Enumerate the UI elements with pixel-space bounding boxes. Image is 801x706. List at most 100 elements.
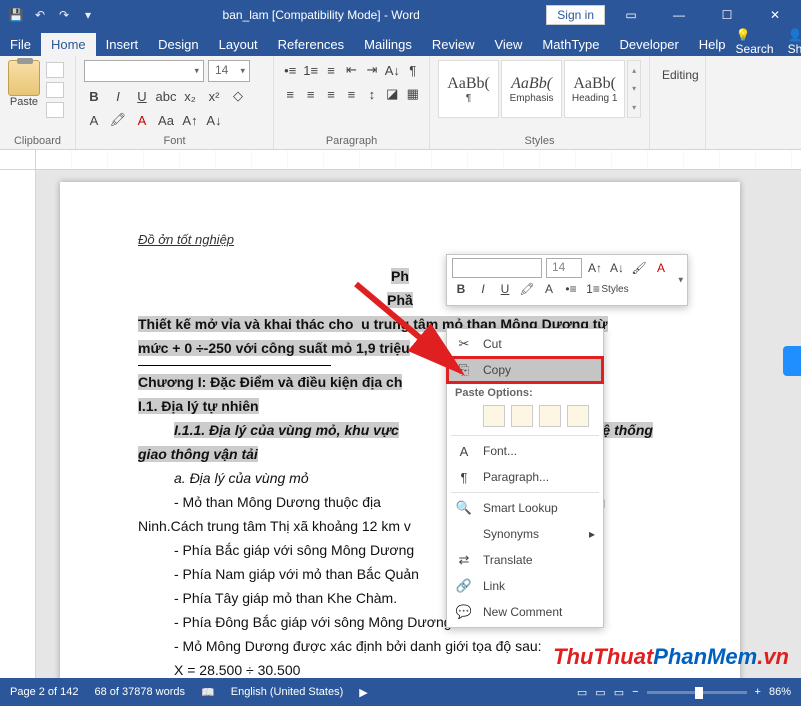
context-font[interactable]: A Font... xyxy=(447,438,603,464)
grow-font-button[interactable]: A↑ xyxy=(180,110,200,130)
status-page[interactable]: Page 2 of 142 xyxy=(10,686,79,698)
tab-mailings[interactable]: Mailings xyxy=(354,33,422,56)
paste-merge-icon[interactable] xyxy=(511,405,533,427)
mini-highlight-icon[interactable]: 🖍 xyxy=(518,280,536,298)
align-left-button[interactable]: ≡ xyxy=(282,84,298,104)
bold-button[interactable]: B xyxy=(84,86,104,106)
search-button[interactable]: 💡 Search xyxy=(736,28,774,56)
mini-grow-font-icon[interactable]: A↑ xyxy=(586,259,604,277)
styles-gallery[interactable]: AaBb(¶ AaBb(Emphasis AaBb(Heading 1 ▴▾▾ xyxy=(438,60,641,118)
underline-button[interactable]: U xyxy=(132,86,152,106)
zoom-out-button[interactable]: − xyxy=(632,686,638,698)
context-smart-lookup[interactable]: 🔍 Smart Lookup xyxy=(447,495,603,521)
context-new-comment[interactable]: 💬 New Comment xyxy=(447,599,603,625)
highlight-button[interactable]: 🖍 xyxy=(108,110,128,130)
side-docker-icon[interactable] xyxy=(783,346,801,376)
borders-button[interactable]: ▦ xyxy=(405,84,421,104)
clear-format-button[interactable]: ◇ xyxy=(228,86,248,106)
view-print-icon[interactable]: ▭ xyxy=(595,686,605,699)
subscript-button[interactable]: x₂ xyxy=(180,86,200,106)
status-words[interactable]: 68 of 37878 words xyxy=(95,686,186,698)
paste-text-icon[interactable] xyxy=(567,405,589,427)
tab-review[interactable]: Review xyxy=(422,33,485,56)
increase-indent-button[interactable]: ⇥ xyxy=(364,60,380,80)
cut-button[interactable] xyxy=(46,62,64,78)
redo-icon[interactable]: ↷ xyxy=(56,7,72,23)
align-center-button[interactable]: ≡ xyxy=(302,84,318,104)
shading-button[interactable]: ◪ xyxy=(384,84,400,104)
strike-button[interactable]: abc xyxy=(156,86,176,106)
tab-view[interactable]: View xyxy=(484,33,532,56)
maximize-icon[interactable]: ☐ xyxy=(705,0,749,30)
style-emphasis[interactable]: AaBb(Emphasis xyxy=(501,60,562,118)
document-area[interactable]: Đồ ởn tốt nghiệp Ph Phầ Thiết kế mở vỉa … xyxy=(36,170,801,678)
tab-layout[interactable]: Layout xyxy=(209,33,268,56)
tab-insert[interactable]: Insert xyxy=(96,33,149,56)
status-spellcheck-icon[interactable]: 📖 xyxy=(201,686,215,699)
context-cut[interactable]: ✂ Cut xyxy=(447,331,603,357)
context-translate[interactable]: ⇄ Translate xyxy=(447,547,603,573)
qat-customize-icon[interactable]: ▾ xyxy=(80,7,96,23)
paste-keep-source-icon[interactable] xyxy=(483,405,505,427)
zoom-in-button[interactable]: + xyxy=(755,686,761,698)
superscript-button[interactable]: x² xyxy=(204,86,224,106)
multilevel-button[interactable]: ≡ xyxy=(323,60,339,80)
mini-numbering-icon[interactable]: 1≡ xyxy=(584,280,602,298)
mini-fontcolor2-icon[interactable]: A xyxy=(540,280,558,298)
context-link[interactable]: 🔗 Link xyxy=(447,573,603,599)
mini-font-combo[interactable] xyxy=(452,258,542,278)
undo-icon[interactable]: ↶ xyxy=(32,7,48,23)
align-right-button[interactable]: ≡ xyxy=(323,84,339,104)
mini-shrink-font-icon[interactable]: A↓ xyxy=(608,259,626,277)
context-copy[interactable]: ⎘ Copy xyxy=(447,357,603,383)
editing-dropdown[interactable]: Editing xyxy=(658,60,697,90)
horizontal-ruler[interactable] xyxy=(0,150,801,170)
mini-styles-button[interactable]: Styles xyxy=(606,280,624,298)
mini-size-combo[interactable]: 14 xyxy=(546,258,582,278)
mini-underline-button[interactable]: U xyxy=(496,280,514,298)
context-synonyms[interactable]: Synonyms ▸ xyxy=(447,521,603,547)
status-language[interactable]: English (United States) xyxy=(231,686,344,698)
tab-help[interactable]: Help xyxy=(689,33,736,56)
style-normal[interactable]: AaBb(¶ xyxy=(438,60,499,118)
mini-font-color-icon[interactable]: A xyxy=(652,259,670,277)
tab-home[interactable]: Home xyxy=(41,33,96,56)
font-size-combo[interactable]: 14 xyxy=(208,60,250,82)
change-case-button[interactable]: Aa xyxy=(156,110,176,130)
copy-button[interactable] xyxy=(46,82,64,98)
justify-button[interactable]: ≡ xyxy=(343,84,359,104)
mini-bullets-icon[interactable]: •≡ xyxy=(562,280,580,298)
font-name-combo[interactable] xyxy=(84,60,204,82)
tab-mathtype[interactable]: MathType xyxy=(532,33,609,56)
vertical-ruler[interactable] xyxy=(0,170,36,678)
mini-italic-button[interactable]: I xyxy=(474,280,492,298)
ribbon-options-icon[interactable]: ▭ xyxy=(609,0,653,30)
zoom-slider[interactable] xyxy=(647,691,747,694)
format-painter-button[interactable] xyxy=(46,102,64,118)
tab-file[interactable]: File xyxy=(0,33,41,56)
mini-format-painter-icon[interactable]: 🖌 xyxy=(630,259,648,277)
tab-developer[interactable]: Developer xyxy=(610,33,689,56)
mini-bold-button[interactable]: B xyxy=(452,280,470,298)
view-web-icon[interactable]: ▭ xyxy=(614,686,624,699)
context-paragraph[interactable]: ¶ Paragraph... xyxy=(447,464,603,490)
numbering-button[interactable]: 1≡ xyxy=(302,60,318,80)
shrink-font-button[interactable]: A↓ xyxy=(204,110,224,130)
decrease-indent-button[interactable]: ⇤ xyxy=(343,60,359,80)
paste-button[interactable]: Paste xyxy=(8,60,40,108)
save-icon[interactable]: 💾 xyxy=(8,7,24,23)
italic-button[interactable]: I xyxy=(108,86,128,106)
tab-design[interactable]: Design xyxy=(148,33,208,56)
tab-references[interactable]: References xyxy=(268,33,354,56)
style-heading1[interactable]: AaBb(Heading 1 xyxy=(564,60,625,118)
line-spacing-button[interactable]: ↕ xyxy=(364,84,380,104)
bullets-button[interactable]: •≡ xyxy=(282,60,298,80)
close-icon[interactable]: ✕ xyxy=(753,0,797,30)
paste-picture-icon[interactable] xyxy=(539,405,561,427)
show-marks-button[interactable]: ¶ xyxy=(405,60,421,80)
zoom-level[interactable]: 86% xyxy=(769,686,791,698)
view-read-icon[interactable]: ▭ xyxy=(577,686,587,699)
font-color-button[interactable]: A xyxy=(132,110,152,130)
sort-button[interactable]: A↓ xyxy=(384,60,400,80)
sign-in-button[interactable]: Sign in xyxy=(546,5,605,25)
